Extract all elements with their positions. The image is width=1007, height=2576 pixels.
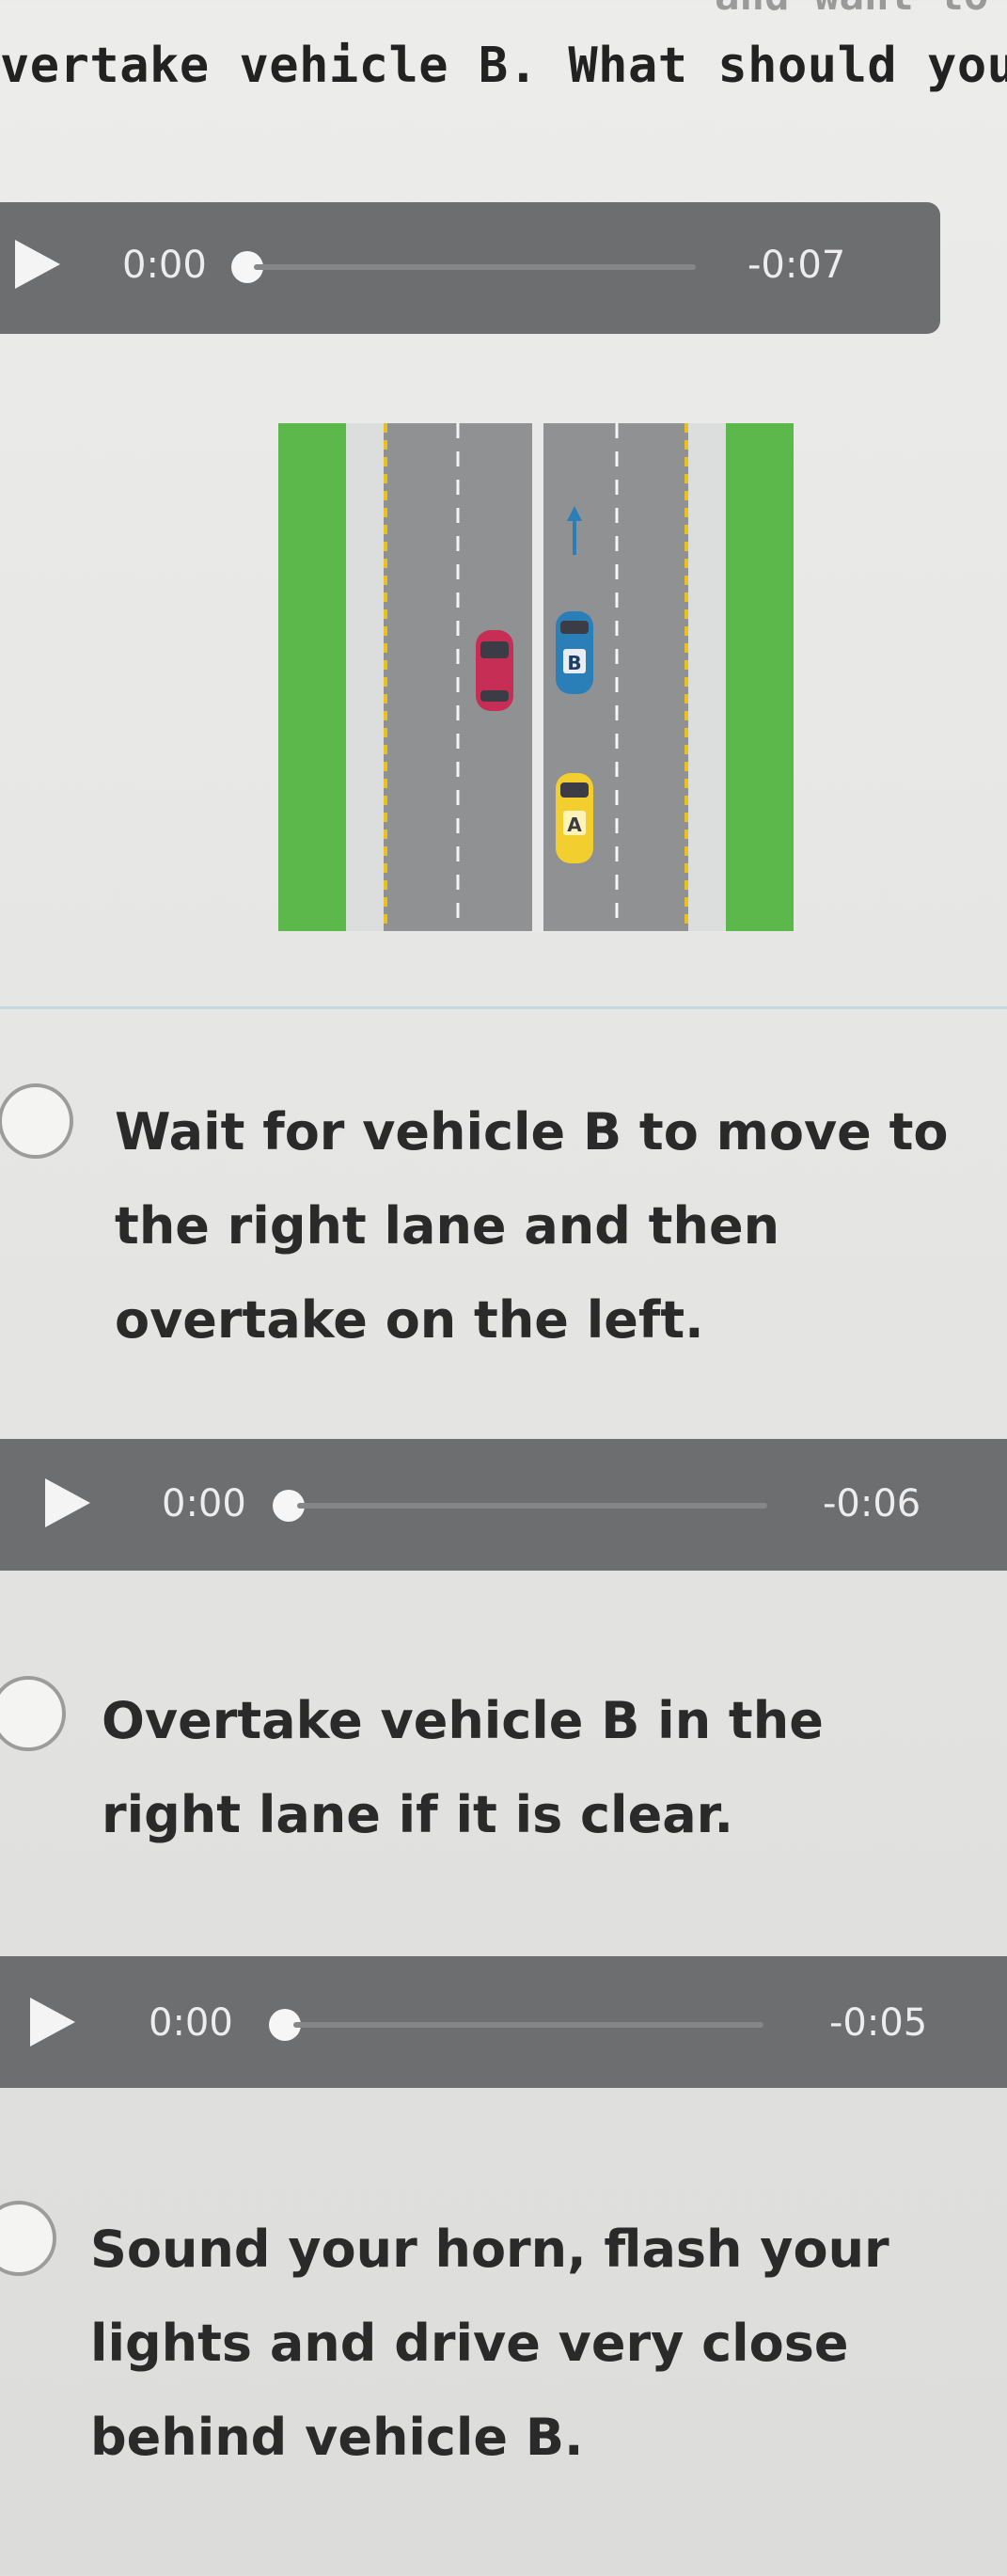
option-2-line-1: Overtake vehicle B in the (102, 1691, 824, 1750)
audio-progress-track[interactable] (293, 2022, 763, 2028)
option-2-text: Overtake vehicle B in the right lane if … (102, 1674, 824, 1862)
right-shoulder (688, 423, 726, 931)
audio-remaining-time: -0:06 (823, 1482, 921, 1525)
option-2-audio-player: 0:00 -0:05 (0, 1956, 1007, 2088)
road-diagram: B A (278, 423, 794, 931)
question-text-top-fragment: and want to (715, 0, 988, 20)
option-1-line-1: Wait for vehicle B to move to (115, 1102, 949, 1162)
question-audio-player: 0:00 -0:07 (0, 202, 940, 334)
road-diagram-svg: B A (278, 423, 794, 931)
other-car (476, 630, 513, 711)
option-1-audio-player: 0:00 -0:06 (0, 1439, 1007, 1571)
center-divider (532, 423, 543, 931)
question-text: vertake vehicle B. What should you (0, 38, 1007, 94)
option-3-radio[interactable] (0, 2201, 56, 2276)
option-1-line-2: the right lane and then (115, 1196, 780, 1256)
option-1-line-3: overtake on the left. (115, 1290, 704, 1350)
audio-current-time: 0:00 (122, 244, 207, 287)
audio-remaining-time: -0:05 (829, 2001, 928, 2045)
play-icon[interactable] (15, 240, 60, 289)
option-3-line-1: Sound your horn, flash your (90, 2220, 889, 2279)
right-grass (726, 423, 794, 931)
answer-option-1[interactable]: Wait for vehicle B to move to the right … (0, 1044, 1007, 1364)
option-2-radio[interactable] (0, 1676, 66, 1751)
vehicle-a-label: A (567, 814, 582, 836)
vehicle-a: A (556, 773, 593, 863)
audio-progress-track[interactable] (254, 264, 696, 270)
answer-option-2[interactable]: Overtake vehicle B in the right lane if … (0, 1636, 1007, 1862)
option-1-text: Wait for vehicle B to move to the right … (115, 1085, 949, 1367)
answer-option-3[interactable]: Sound your horn, flash your lights and d… (0, 2163, 1007, 2483)
option-3-text: Sound your horn, flash your lights and d… (90, 2203, 889, 2485)
audio-current-time: 0:00 (149, 2001, 233, 2045)
vehicle-b: B (556, 611, 593, 694)
option-3-line-2: lights and drive very close (90, 2314, 849, 2373)
audio-progress-track[interactable] (297, 1503, 767, 1509)
vehicle-b-label: B (567, 652, 581, 674)
section-divider (0, 1006, 1007, 1009)
audio-remaining-time: -0:07 (747, 244, 846, 287)
audio-current-time: 0:00 (162, 1482, 246, 1525)
play-icon[interactable] (45, 1478, 90, 1527)
play-icon[interactable] (30, 1998, 75, 2047)
option-3-line-3: behind vehicle B. (90, 2408, 584, 2467)
option-1-radio[interactable] (0, 1083, 73, 1159)
left-shoulder (346, 423, 384, 931)
left-grass (278, 423, 346, 931)
option-2-line-2: right lane if it is clear. (102, 1785, 734, 1844)
